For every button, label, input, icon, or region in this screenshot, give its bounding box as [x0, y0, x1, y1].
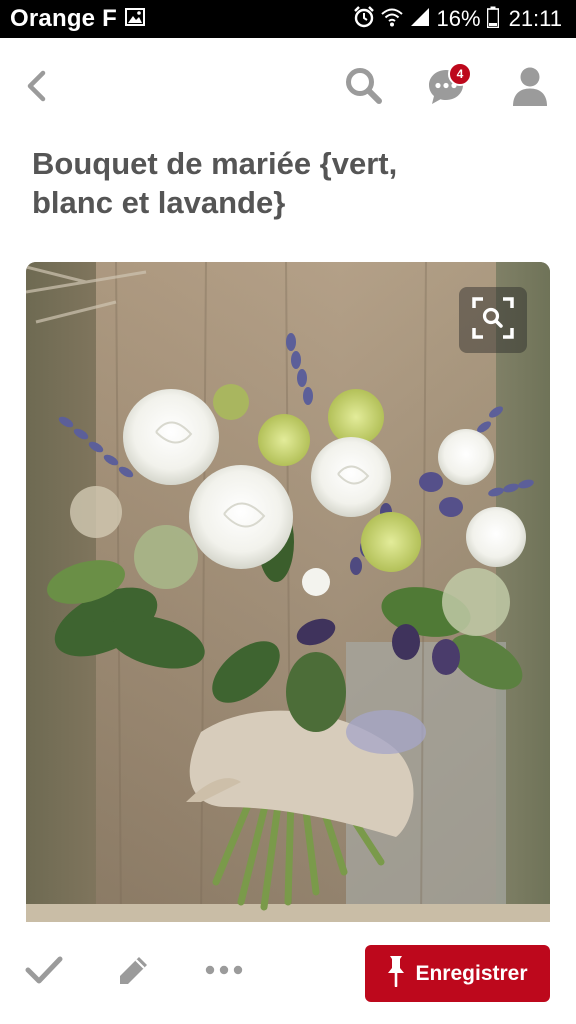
visual-search-icon: [471, 296, 515, 345]
more-button[interactable]: [202, 950, 246, 994]
action-bar: Enregistrer: [0, 922, 576, 1024]
profile-button[interactable]: [506, 64, 554, 112]
save-label: Enregistrer: [415, 961, 528, 985]
pin-title: Bouquet de mariée {vert, blanc et lavand…: [32, 144, 532, 222]
search-icon: [344, 66, 384, 111]
image-notification-icon: [124, 7, 145, 31]
more-icon: [204, 963, 244, 981]
profile-icon: [512, 66, 548, 111]
edit-button[interactable]: [112, 950, 156, 994]
notification-badge: 4: [448, 62, 472, 86]
done-button[interactable]: [22, 950, 66, 994]
signal-icon: [409, 6, 431, 33]
check-icon: [24, 954, 64, 991]
search-button[interactable]: [340, 64, 388, 112]
back-icon: [25, 70, 47, 107]
status-left: Orange F: [10, 5, 145, 33]
visual-search-button[interactable]: [459, 287, 527, 353]
status-right: 16% 21:11: [353, 5, 562, 33]
clock: 21:11: [508, 6, 562, 31]
battery-percent: 16%: [436, 6, 481, 31]
pin-header: 4: [0, 38, 576, 138]
back-button[interactable]: [18, 68, 54, 108]
battery-icon: [486, 6, 499, 33]
pencil-icon: [117, 953, 151, 992]
pin-title-line-2: blanc et lavande}: [32, 185, 286, 220]
pin-image[interactable]: [26, 262, 550, 922]
wifi-icon: [380, 6, 403, 33]
alarm-icon: [353, 5, 375, 33]
carrier-name: Orange F: [10, 5, 117, 32]
messages-button[interactable]: 4: [422, 62, 472, 112]
status-bar: Orange F 16% 21:11: [0, 0, 576, 38]
pin-title-line-1: Bouquet de mariée {vert,: [32, 146, 398, 181]
save-button[interactable]: Enregistrer: [365, 945, 550, 1002]
pin-icon: [387, 955, 405, 992]
bouquet-photo: [26, 262, 550, 922]
